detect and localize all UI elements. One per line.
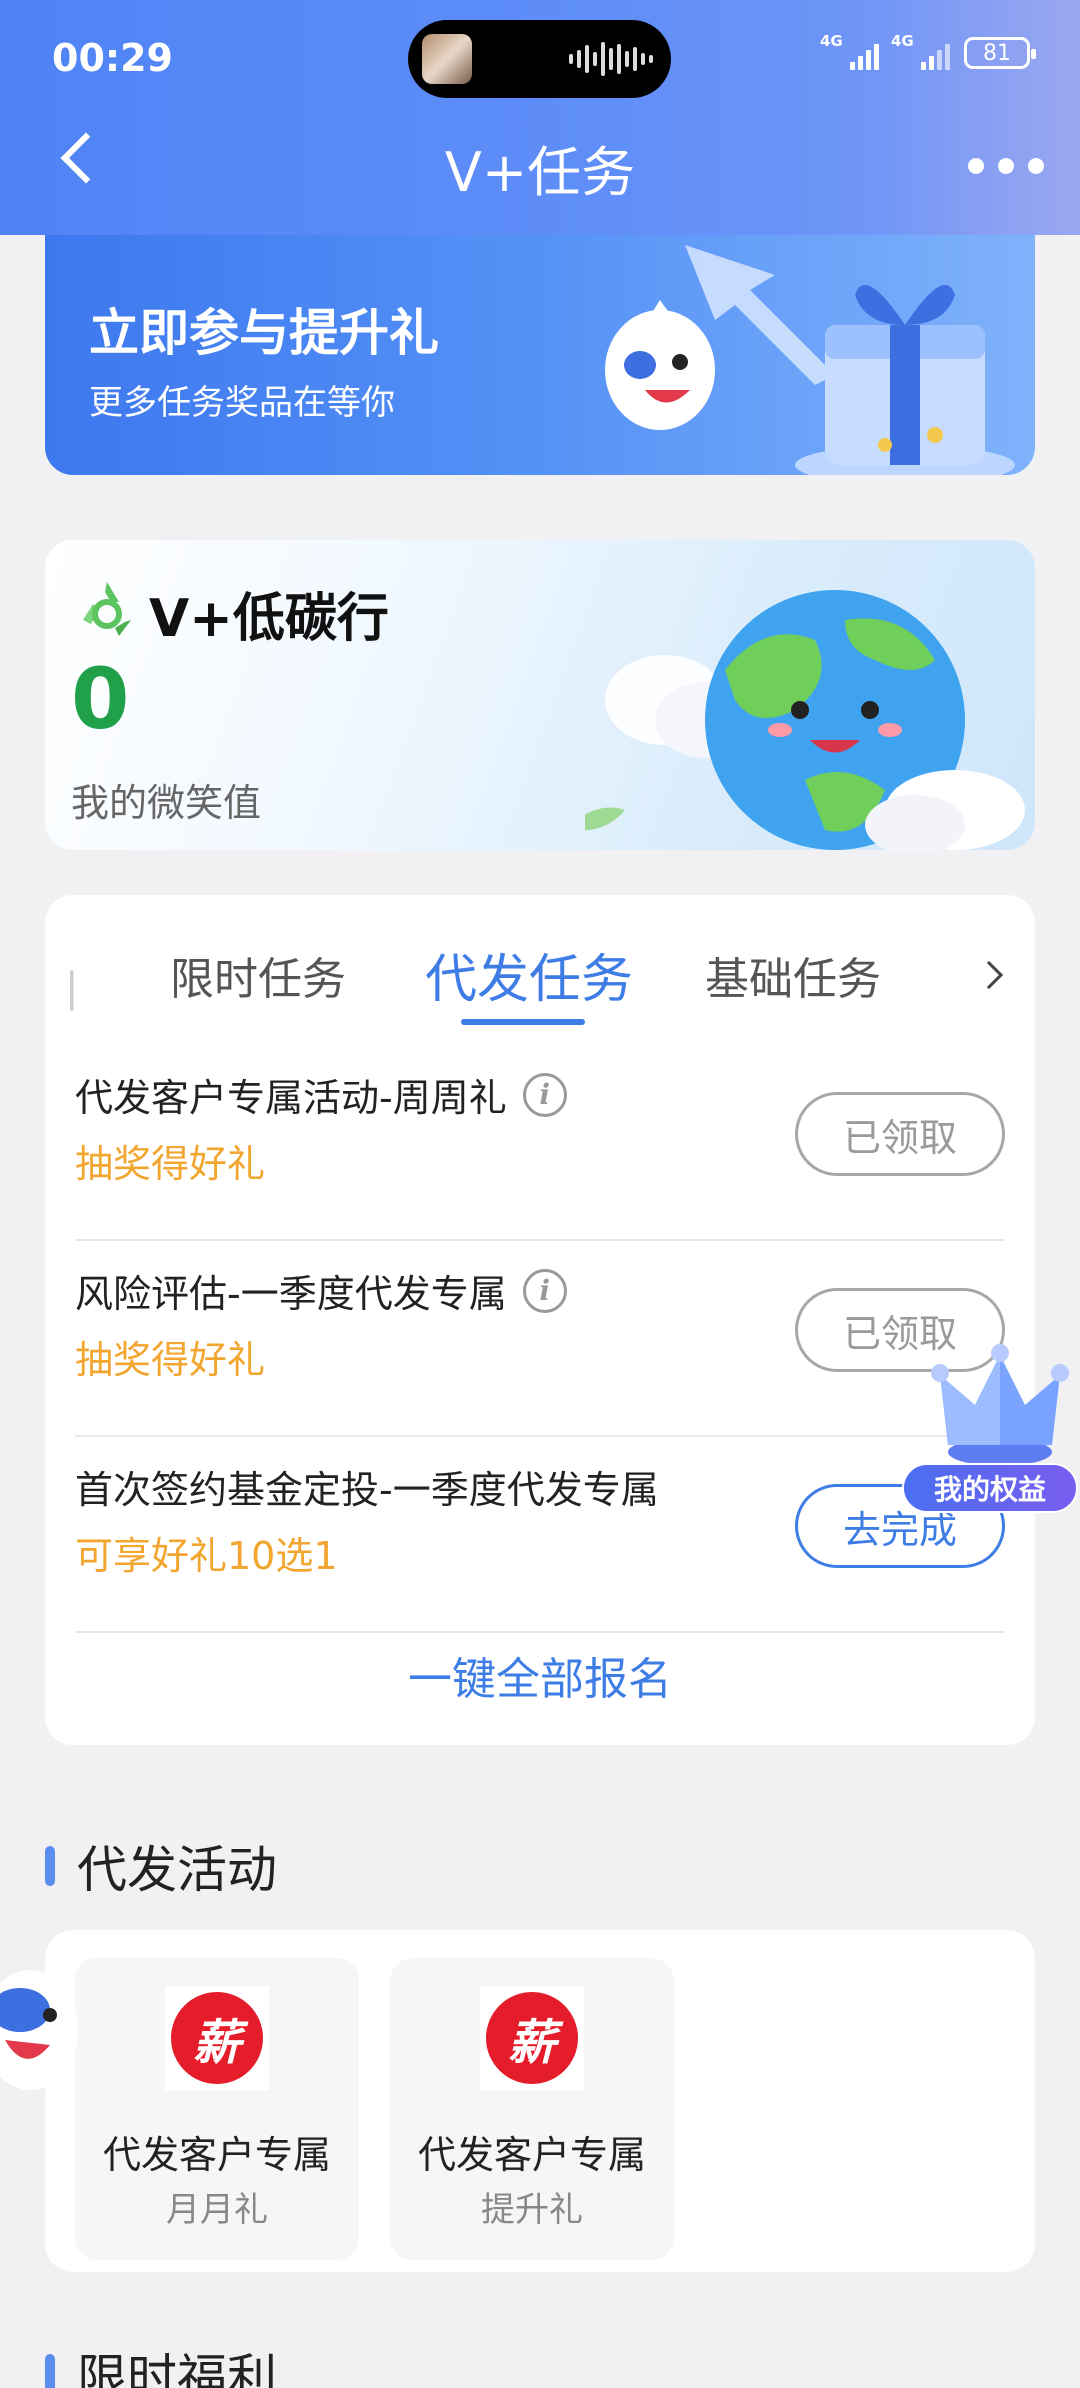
chevron-right-icon[interactable] (974, 960, 1004, 990)
gift-box-image (795, 285, 1015, 475)
section-accent-bar (45, 1846, 55, 1886)
crown-icon[interactable] (930, 1340, 1070, 1470)
tab-basic-tasks[interactable]: 基础任务 (705, 943, 881, 1007)
task-title: 代发客户专属活动-周周礼 i (75, 1067, 567, 1122)
section-accent-bar (45, 2354, 55, 2388)
page-title: V+任务 (444, 141, 636, 204)
active-tab-indicator (461, 1019, 585, 1025)
dynamic-island[interactable] (408, 20, 671, 98)
section-header: 代发活动 (45, 1830, 277, 1902)
enroll-all-button[interactable]: 一键全部报名 (45, 1643, 1035, 1707)
smile-value-label: 我的微笑值 (71, 781, 262, 825)
earth-mascot-image (585, 590, 1025, 850)
signal-icon: 4G (891, 32, 950, 70)
promo-banner[interactable]: 立即参与提升礼 更多任务奖品在等你 (45, 235, 1035, 475)
task-title: 风险评估-一季度代发专属 i (75, 1263, 567, 1318)
activities-card: 薪 代发客户专属 月月礼 薪 代发客户专属 提升礼 (45, 1930, 1035, 2272)
tab-scroll-edge: | (65, 965, 79, 1011)
media-thumbnail (422, 34, 472, 84)
mascot-float-icon[interactable] (0, 1955, 90, 2105)
banner-subtitle: 更多任务奖品在等你 (89, 383, 395, 423)
salary-logo-icon: 薪 (165, 1986, 269, 2090)
low-carbon-card[interactable]: V+低碳行 0 我的微笑值 (45, 540, 1035, 850)
status-time: 00:29 (52, 36, 173, 80)
status-icons: 4G 4G 81 (820, 32, 1036, 70)
smile-value: 0 (71, 650, 130, 748)
signal-icon: 4G (820, 32, 879, 70)
task-reward: 可享好礼10选1 (75, 1534, 338, 1578)
task-card: | 限时任务 代发任务 基础任务 代发客户专属活动-周周礼 i 抽奖得好礼 已领… (45, 895, 1035, 1745)
mascot-image (605, 300, 715, 430)
tab-payroll-tasks[interactable]: 代发任务 (425, 937, 633, 1012)
activity-item[interactable]: 薪 代发客户专属 提升礼 (390, 1958, 674, 2260)
activity-subtitle: 月月礼 (166, 2190, 268, 2230)
task-row: 代发客户专属活动-周周礼 i 抽奖得好礼 已领取 (75, 1045, 1005, 1241)
activity-name: 代发客户专属 (417, 2133, 646, 2177)
task-row: 风险评估-一季度代发专属 i 抽奖得好礼 已领取 (75, 1241, 1005, 1437)
info-icon[interactable]: i (522, 1072, 567, 1117)
activity-subtitle: 提升礼 (481, 2190, 583, 2230)
audio-wave-icon (569, 42, 653, 76)
claimed-button[interactable]: 已领取 (795, 1092, 1005, 1176)
info-icon[interactable]: i (522, 1268, 567, 1313)
section-title: 代发活动 (77, 1841, 277, 1899)
battery-icon: 81 (964, 37, 1036, 69)
activity-item[interactable]: 薪 代发客户专属 月月礼 (75, 1958, 359, 2260)
carbon-title: V+低碳行 (149, 589, 389, 649)
header: 00:29 4G 4G 81 V+任务 (0, 0, 1080, 235)
recycle-icon (83, 582, 131, 636)
tab-limited-time[interactable]: 限时任务 (170, 943, 346, 1007)
section-title: 限时福利 (77, 2349, 277, 2388)
section-header: 限时福利 (45, 2338, 277, 2388)
my-benefits-button[interactable]: 我的权益 (902, 1463, 1078, 1513)
task-reward: 抽奖得好礼 (75, 1338, 266, 1382)
banner-title: 立即参与提升礼 (89, 304, 439, 362)
task-row: 首次签约基金定投-一季度代发专属 可享好礼10选1 去完成 (75, 1437, 1005, 1633)
activity-name: 代发客户专属 (102, 2133, 331, 2177)
salary-logo-icon: 薪 (480, 1986, 584, 2090)
task-reward: 抽奖得好礼 (75, 1142, 266, 1186)
more-dots-icon[interactable] (968, 158, 1044, 174)
task-title: 首次签约基金定投-一季度代发专属 (75, 1468, 659, 1512)
